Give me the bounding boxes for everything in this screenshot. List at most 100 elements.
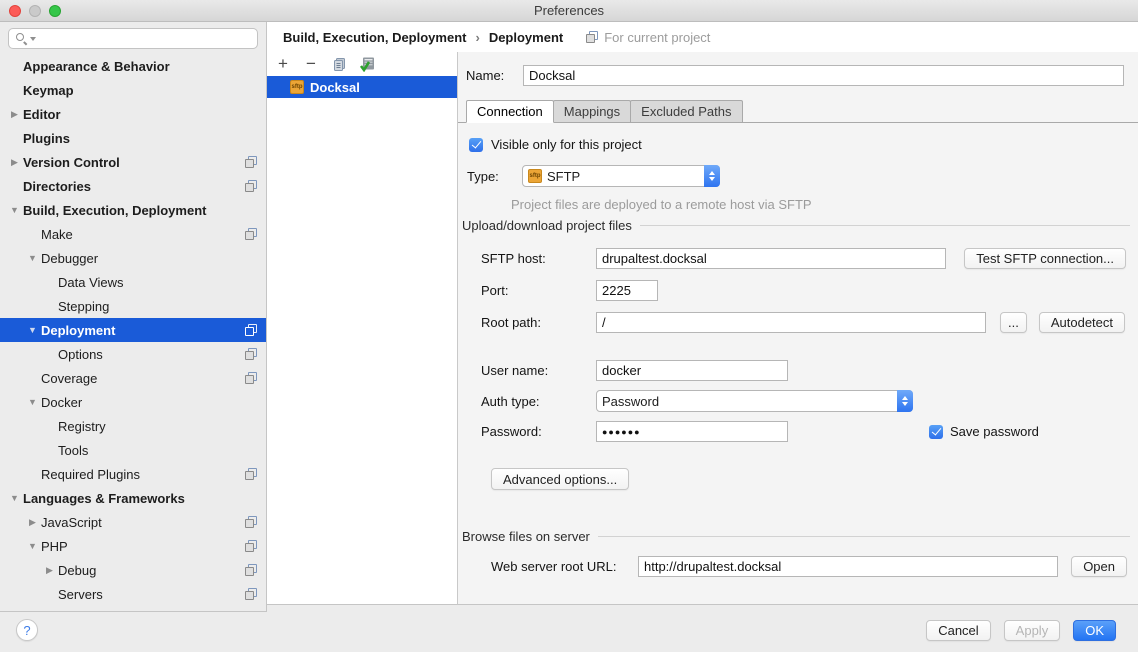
auth-type-select-value: Password — [602, 394, 892, 409]
help-button[interactable]: ? — [16, 619, 38, 641]
server-list-item-docksal[interactable]: sftp Docksal — [267, 76, 457, 98]
visible-only-checkbox[interactable] — [469, 138, 483, 152]
zoom-window-button[interactable] — [49, 5, 61, 17]
password-label: Password: — [481, 424, 596, 439]
server-list-toolbar: + − — [267, 52, 457, 76]
settings-search[interactable] — [8, 28, 258, 49]
sidebar-item-appearance-behavior[interactable]: Appearance & Behavior — [0, 54, 266, 78]
sidebar-item-label: Make — [41, 227, 245, 242]
chevron-right-icon[interactable]: ▶ — [41, 565, 58, 576]
open-url-button[interactable]: Open — [1071, 556, 1127, 577]
chevron-down-icon[interactable]: ▼ — [6, 493, 23, 503]
sftp-host-label: SFTP host: — [481, 251, 596, 266]
save-password-label: Save password — [950, 424, 1039, 439]
advanced-options-button[interactable]: Advanced options... — [491, 468, 629, 490]
copy-icon — [332, 57, 347, 72]
search-icon — [15, 32, 28, 45]
test-sftp-connection-button[interactable]: Test SFTP connection... — [964, 248, 1126, 269]
sidebar-item-label: Data Views — [58, 275, 257, 290]
sidebar-item-required-plugins[interactable]: Required Plugins — [0, 462, 266, 486]
sidebar-item-editor[interactable]: ▶Editor — [0, 102, 266, 126]
sidebar-item-label: Directories — [23, 179, 245, 194]
sidebar-item-label: Stepping — [58, 299, 257, 314]
sidebar-item-data-views[interactable]: Data Views — [0, 270, 266, 294]
ok-button[interactable]: OK — [1073, 620, 1116, 641]
browse-root-path-button[interactable]: ... — [1000, 312, 1027, 333]
minimize-window-button[interactable] — [29, 5, 41, 17]
web-root-label: Web server root URL: — [491, 559, 638, 574]
sidebar-item-label: Build, Execution, Deployment — [23, 203, 257, 218]
use-as-default-button[interactable] — [358, 55, 376, 73]
chevron-down-icon[interactable]: ▼ — [24, 325, 41, 335]
tab-bar: ConnectionMappingsExcluded Paths — [458, 100, 1138, 123]
sidebar-item-label: Plugins — [23, 131, 257, 146]
tab-connection[interactable]: Connection — [466, 100, 554, 123]
preferences-window: Preferences Appearance & BehaviorKeymap▶… — [0, 0, 1138, 652]
sidebar-item-docker[interactable]: ▼Docker — [0, 390, 266, 414]
sidebar-item-debugger[interactable]: ▼Debugger — [0, 246, 266, 270]
sidebar-item-javascript[interactable]: ▶JavaScript — [0, 510, 266, 534]
per-project-icon — [245, 516, 257, 528]
apply-button[interactable]: Apply — [1004, 620, 1061, 641]
chevron-down-icon[interactable]: ▼ — [6, 205, 23, 215]
remove-server-button[interactable]: − — [302, 55, 320, 73]
sidebar-item-plugins[interactable]: Plugins — [0, 126, 266, 150]
name-input[interactable] — [523, 65, 1124, 86]
server-item-label: Docksal — [310, 80, 360, 95]
sidebar-item-languages-frameworks[interactable]: ▼Languages & Frameworks — [0, 486, 266, 510]
scope-label: For current project — [604, 30, 710, 45]
sidebar-item-tools[interactable]: Tools — [0, 438, 266, 462]
sidebar-item-directories[interactable]: Directories — [0, 174, 266, 198]
cancel-button[interactable]: Cancel — [926, 620, 990, 641]
sidebar-item-version-control[interactable]: ▶Version Control — [0, 150, 266, 174]
chevron-right-icon[interactable]: ▶ — [24, 517, 41, 528]
add-server-button[interactable]: + — [274, 55, 292, 73]
search-filter-chevron-icon[interactable] — [30, 37, 36, 41]
port-input[interactable] — [596, 280, 658, 301]
close-window-button[interactable] — [9, 5, 21, 17]
sidebar-item-keymap[interactable]: Keymap — [0, 78, 266, 102]
tab-excluded-paths[interactable]: Excluded Paths — [630, 100, 742, 122]
sidebar-item-label: Debugger — [41, 251, 257, 266]
web-root-input[interactable] — [638, 556, 1058, 577]
password-input[interactable] — [596, 421, 788, 442]
chevron-down-icon[interactable]: ▼ — [24, 397, 41, 407]
chevron-down-icon[interactable]: ▼ — [24, 253, 41, 263]
sidebar-item-label: Debug — [58, 563, 245, 578]
sftp-host-input[interactable] — [596, 248, 946, 269]
chevron-down-icon[interactable]: ▼ — [24, 541, 41, 551]
sidebar-item-label: JavaScript — [41, 515, 245, 530]
sidebar-item-servers[interactable]: Servers — [0, 582, 266, 606]
per-project-icon — [245, 564, 257, 576]
browse-section-label: Browse files on server — [462, 529, 590, 544]
sidebar-item-debug[interactable]: ▶Debug — [0, 558, 266, 582]
breadcrumb-section[interactable]: Build, Execution, Deployment — [283, 30, 466, 45]
auth-type-label: Auth type: — [481, 394, 596, 409]
copy-server-button[interactable] — [330, 55, 348, 73]
sidebar-item-coverage[interactable]: Coverage — [0, 366, 266, 390]
search-input[interactable] — [38, 31, 251, 46]
minus-icon: − — [306, 57, 316, 71]
deployment-settings-panel: Name: ConnectionMappingsExcluded Paths V… — [457, 52, 1138, 605]
type-select[interactable]: sftp SFTP — [522, 165, 720, 187]
user-name-input[interactable] — [596, 360, 788, 381]
chevron-right-icon[interactable]: ▶ — [6, 157, 23, 168]
sidebar-item-options[interactable]: Options — [0, 342, 266, 366]
breadcrumb: Build, Execution, Deployment › Deploymen… — [267, 22, 1138, 52]
sidebar-item-label: Appearance & Behavior — [23, 59, 257, 74]
save-password-checkbox[interactable] — [929, 425, 943, 439]
sidebar-item-stepping[interactable]: Stepping — [0, 294, 266, 318]
sidebar-item-registry[interactable]: Registry — [0, 414, 266, 438]
settings-sidebar: Appearance & Behavior Keymap▶Editor Plugin… — [0, 22, 267, 612]
autodetect-button[interactable]: Autodetect — [1039, 312, 1125, 333]
auth-type-select[interactable]: Password — [596, 390, 913, 412]
sidebar-item-make[interactable]: Make — [0, 222, 266, 246]
sidebar-item-php[interactable]: ▼PHP — [0, 534, 266, 558]
chevron-right-icon[interactable]: ▶ — [6, 109, 23, 120]
sidebar-item-deployment[interactable]: ▼Deployment — [0, 318, 266, 342]
sidebar-item-build-execution-deployment[interactable]: ▼Build, Execution, Deployment — [0, 198, 266, 222]
tab-mappings[interactable]: Mappings — [553, 100, 631, 122]
breadcrumb-separator: › — [475, 30, 479, 45]
type-hint: Project files are deployed to a remote h… — [511, 197, 812, 212]
root-path-input[interactable] — [596, 312, 986, 333]
